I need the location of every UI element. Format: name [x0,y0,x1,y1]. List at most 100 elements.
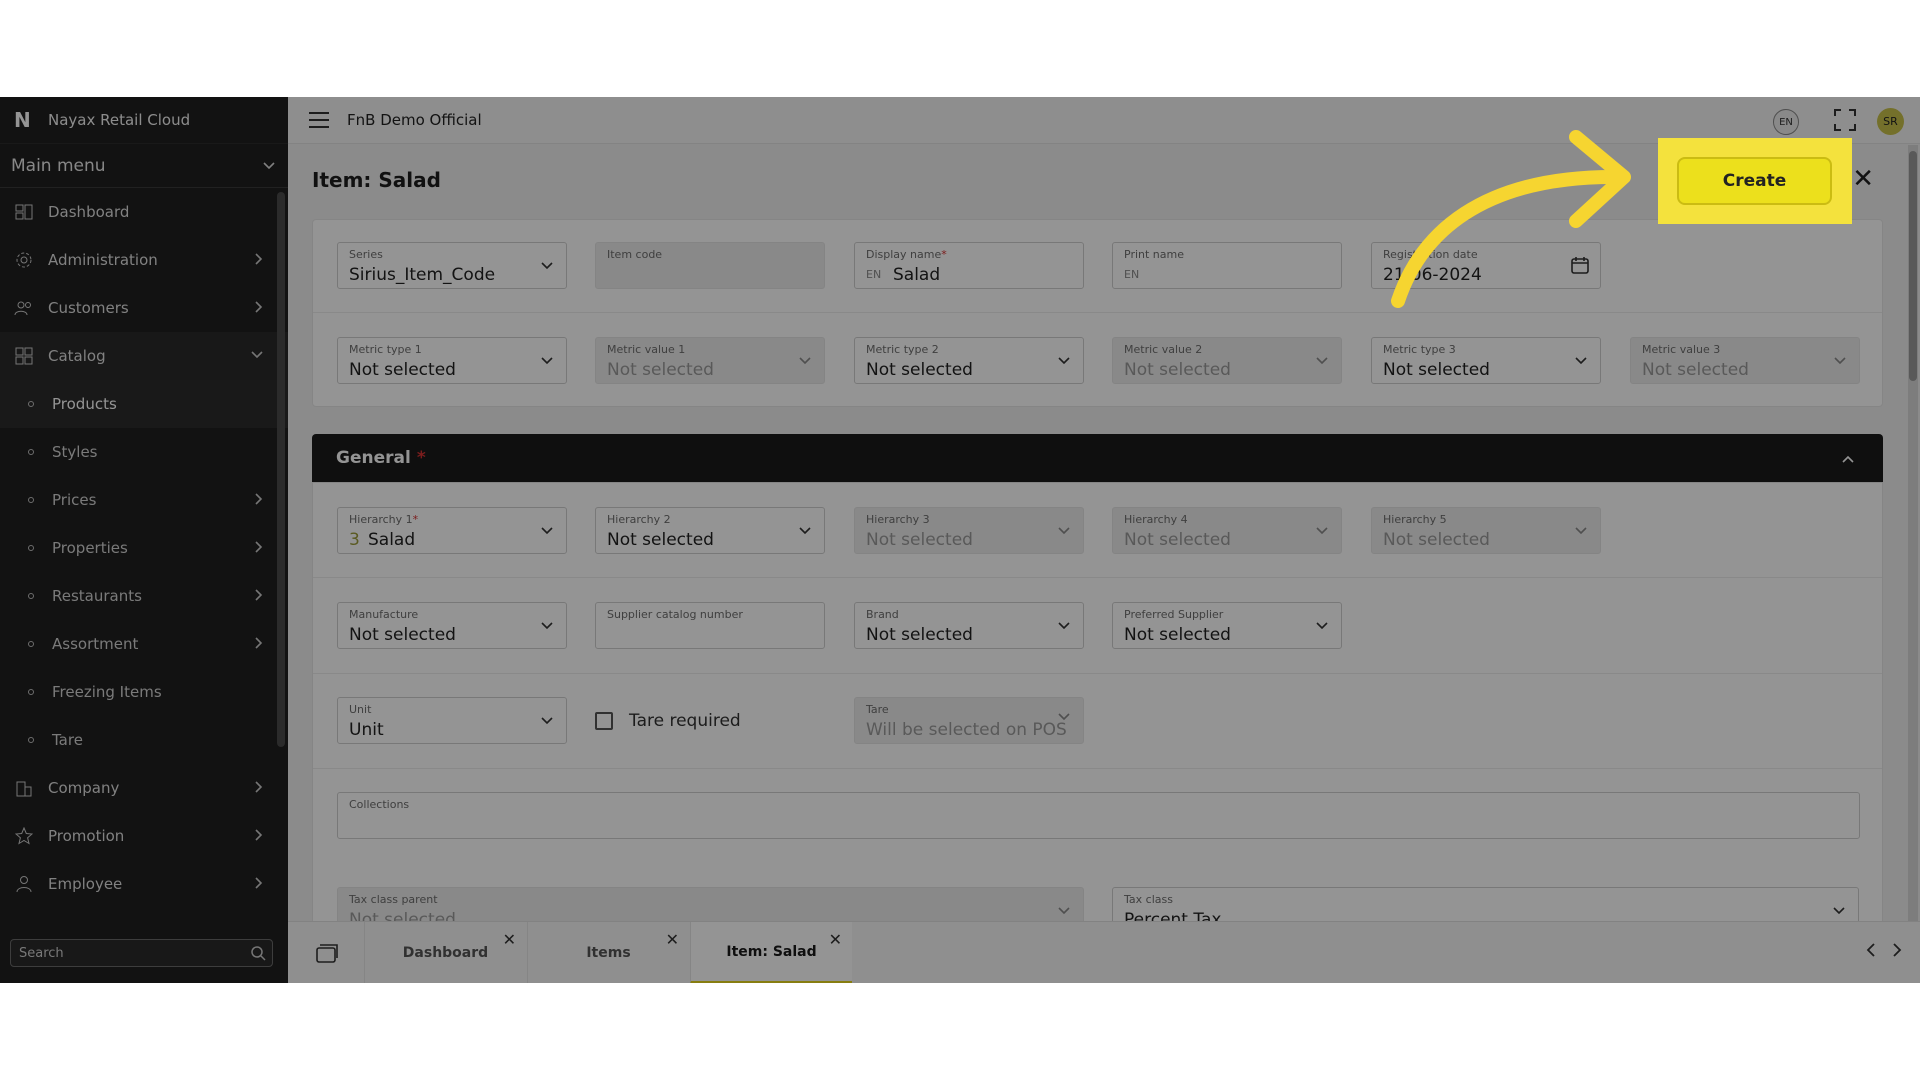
sidebar-subitem-products[interactable]: Products [0,380,288,428]
sidebar-item-administration[interactable]: Administration [0,236,288,284]
chevron-down-icon [1316,357,1328,365]
main-menu-label: Main menu [11,155,106,176]
tab-label: Item: Salad [726,943,817,960]
field-value: Percent Tax [1124,910,1222,921]
sidebar-subitem-tare[interactable]: Tare [0,716,288,764]
chevron-right-icon [255,493,263,505]
sidebar-item-label: Restaurants [52,587,142,605]
hierarchy-1-select[interactable]: Hierarchy 1* 3 Salad [337,507,567,554]
tax-class-select[interactable]: Tax class Percent Tax [1112,887,1859,921]
main-content: Item: Salad ✕ Series Sirius_Item_Code It… [288,144,1920,921]
sidebar-item-label: Prices [52,491,97,509]
chevron-right-icon[interactable] [1890,942,1904,958]
language-switcher[interactable]: EN [1773,109,1799,135]
sidebar-subitem-styles[interactable]: Styles [0,428,288,476]
chevron-up-icon [1842,455,1854,463]
sidebar-item-promotion[interactable]: Promotion [0,812,288,860]
field-value: Sirius_Item_Code [349,265,496,285]
close-icon[interactable]: ✕ [1852,166,1874,192]
display-name-field[interactable]: Display name* EN Salad [854,242,1084,289]
unit-select[interactable]: Unit Unit [337,697,567,744]
bullet-icon [28,641,34,647]
sidebar-item-employee[interactable]: Employee [0,860,288,908]
general-section-header[interactable]: General * [312,434,1883,482]
field-value: Not selected [1124,530,1231,550]
field-label: Tare [866,703,889,716]
sidebar-subitem-assortment[interactable]: Assortment [0,620,288,668]
user-avatar[interactable]: SR [1877,108,1904,135]
tare-required-checkbox[interactable] [595,712,613,730]
sidebar-item-label: Styles [52,443,98,461]
print-name-field[interactable]: Print name EN [1112,242,1342,289]
field-value: Salad [893,265,941,285]
field-value: Not selected [1642,360,1749,380]
brand-select[interactable]: Brand Not selected [854,602,1084,649]
supplier-catalog-number-field[interactable]: Supplier catalog number [595,602,825,649]
sidebar-item-catalog[interactable]: Catalog [0,332,288,380]
display-name-label: Display name [866,248,942,261]
page-scrollbar[interactable] [1908,145,1918,921]
sidebar-subitem-freezing-items[interactable]: Freezing Items [0,668,288,716]
hierarchy-2-select[interactable]: Hierarchy 2 Not selected [595,507,825,554]
chevron-right-icon [255,877,263,889]
windows-icon[interactable] [315,944,339,964]
sidebar-item-label: Customers [48,299,129,317]
tab-dashboard[interactable]: Dashboard ✕ [364,922,526,983]
chevron-left-icon[interactable] [1864,942,1878,958]
metric-type-3-select[interactable]: Metric type 3 Not selected [1371,337,1601,384]
hamburger-menu-icon[interactable] [309,110,329,130]
tab-items[interactable]: Items ✕ [527,922,689,983]
create-button[interactable]: Create [1677,157,1832,205]
field-label: Hierarchy 5 [1383,513,1447,526]
sidebar-subitem-restaurants[interactable]: Restaurants [0,572,288,620]
page-title: Item: Salad [312,168,441,192]
manufacture-select[interactable]: Manufacture Not selected [337,602,567,649]
sidebar-item-company[interactable]: Company [0,764,288,812]
field-label: Hierarchy 3 [866,513,930,526]
field-value: Not selected [866,530,973,550]
collections-field[interactable]: Collections [337,792,1860,839]
hierarchy-5-select: Hierarchy 5 Not selected [1371,507,1601,554]
chevron-right-icon [255,829,263,841]
field-value: Not selected [607,530,714,550]
field-label: Brand [866,608,899,621]
dashboard-icon [14,202,34,222]
chevron-down-icon [1575,357,1587,365]
language-tag: EN [1124,268,1140,281]
sidebar-item-label: Tare [52,731,83,749]
sidebar-search-input[interactable]: Search [10,939,273,967]
sidebar-subitem-properties[interactable]: Properties [0,524,288,572]
sidebar-item-label: Dashboard [48,203,130,221]
fullscreen-icon[interactable] [1833,108,1857,132]
section-title: General [336,448,411,468]
metric-type-2-select[interactable]: Metric type 2 Not selected [854,337,1084,384]
metric-value-3-select: Metric value 3 Not selected [1630,337,1860,384]
tare-select: Tare Will be selected on POS [854,697,1084,744]
sidebar-item-dashboard[interactable]: Dashboard [0,188,288,236]
chevron-down-icon [251,351,263,359]
chevron-right-icon [255,781,263,793]
metric-type-1-select[interactable]: Metric type 1 Not selected [337,337,567,384]
brand: N Nayax Retail Cloud [0,97,288,144]
sidebar-scrollbar[interactable] [277,192,285,747]
sidebar-subitem-prices[interactable]: Prices [0,476,288,524]
close-tab-icon[interactable]: ✕ [829,930,842,949]
app-name: Nayax Retail Cloud [48,111,191,129]
sidebar-item-label: Properties [52,539,128,557]
app-window: N Nayax Retail Cloud Main menu Dashboard… [0,97,1920,983]
users-icon [14,298,34,318]
field-label: Manufacture [349,608,419,621]
preferred-supplier-select[interactable]: Preferred Supplier Not selected [1112,602,1342,649]
field-label: Tax class [1124,893,1173,906]
tab-label: Items [586,945,631,961]
close-tab-icon[interactable]: ✕ [503,930,516,949]
tab-item-salad[interactable]: Item: Salad ✕ [690,922,852,983]
series-select[interactable]: Series Sirius_Item_Code [337,242,567,289]
sidebar-item-customers[interactable]: Customers [0,284,288,332]
row-divider [313,673,1882,674]
bullet-icon [28,545,34,551]
scrollbar-thumb[interactable] [1909,151,1917,381]
close-tab-icon[interactable]: ✕ [666,930,679,949]
main-menu-toggle[interactable]: Main menu [0,144,288,188]
field-label: Metric type 1 [349,343,422,356]
